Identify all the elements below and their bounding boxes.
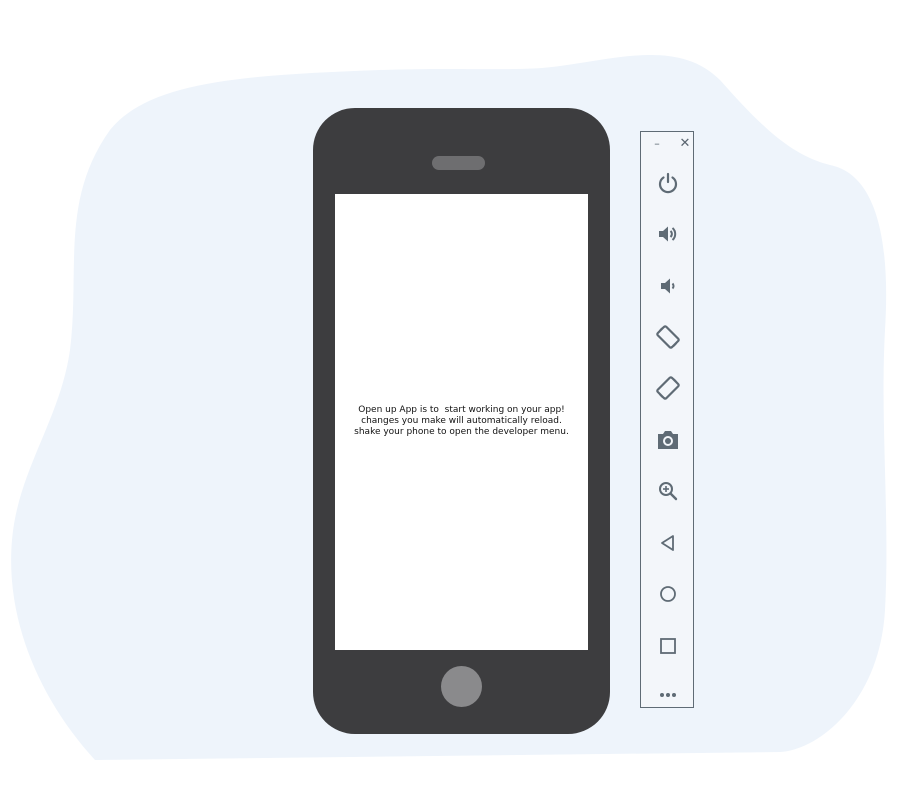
phone-speaker xyxy=(432,156,485,170)
welcome-line-3: shake your phone to open the developer m… xyxy=(354,426,569,437)
more-icon xyxy=(660,693,664,697)
rotate-right-button[interactable] xyxy=(654,374,682,402)
window-controls: – ✕ xyxy=(641,136,695,152)
emulator-stage: Open up App is to start working on your … xyxy=(0,0,900,800)
home-button[interactable] xyxy=(654,580,682,608)
phone-home-button[interactable] xyxy=(441,666,482,707)
camera-icon xyxy=(658,431,678,449)
zoom-button[interactable] xyxy=(654,477,682,505)
power-button[interactable] xyxy=(654,169,682,197)
overview-button[interactable] xyxy=(654,632,682,660)
back-button[interactable] xyxy=(654,529,682,557)
minimize-button[interactable]: – xyxy=(650,136,664,152)
close-button[interactable]: ✕ xyxy=(678,136,692,152)
emulator-toolbar: – ✕ xyxy=(640,131,694,708)
rotate-right-icon xyxy=(656,376,680,400)
power-icon xyxy=(658,172,678,194)
volume-down-button[interactable] xyxy=(654,272,682,300)
overview-icon xyxy=(660,638,676,654)
phone-device: Open up App is to start working on your … xyxy=(313,108,610,734)
rotate-left-button[interactable] xyxy=(654,323,682,351)
zoom-in-icon xyxy=(659,482,678,501)
volume-up-icon xyxy=(659,226,677,242)
screenshot-button[interactable] xyxy=(654,426,682,454)
phone-screen[interactable]: Open up App is to start working on your … xyxy=(335,194,588,650)
volume-down-icon xyxy=(661,278,675,294)
volume-up-button[interactable] xyxy=(654,220,682,248)
welcome-message: Open up App is to start working on your … xyxy=(335,405,588,438)
welcome-line-2: changes you make will automatically relo… xyxy=(361,415,562,426)
welcome-line-1: Open up App is to start working on your … xyxy=(358,404,565,415)
back-icon xyxy=(661,535,674,551)
rotate-left-icon xyxy=(656,325,680,349)
home-icon xyxy=(660,586,676,602)
more-button[interactable] xyxy=(658,690,678,700)
